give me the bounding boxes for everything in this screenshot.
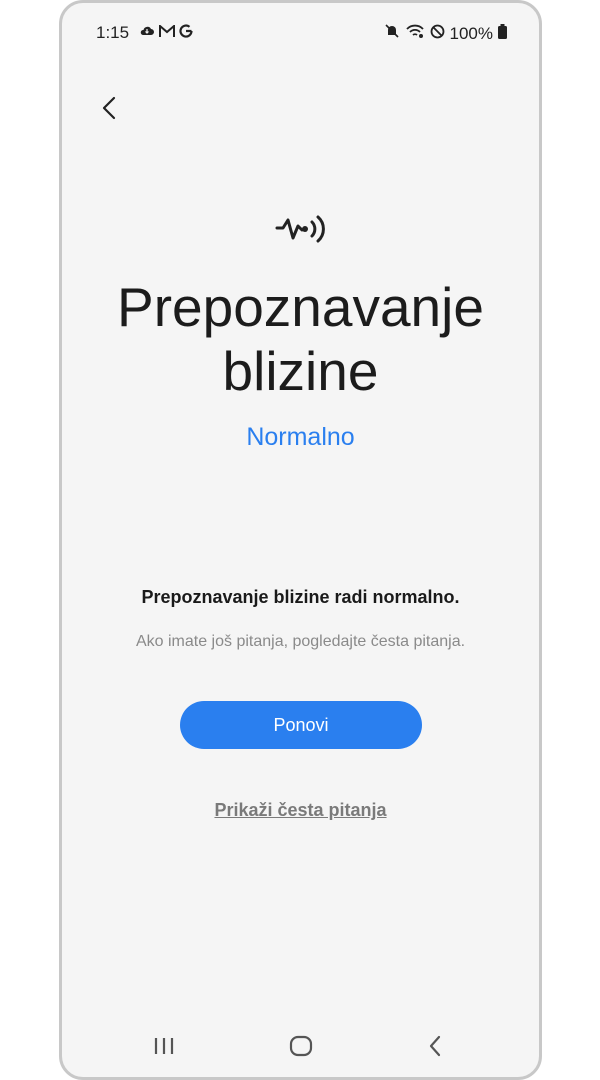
- status-message: Prepoznavanje blizine radi normalno.: [141, 587, 460, 607]
- back-arrow-icon: [102, 96, 116, 125]
- mute-icon: [384, 23, 400, 44]
- wifi-icon: [405, 23, 425, 44]
- phone-screen: 1:15 100% Prepoznavanje blizine Normalno…: [59, 0, 542, 1080]
- battery-icon: [498, 23, 507, 44]
- status-bar: 1:15 100%: [62, 3, 539, 63]
- home-button[interactable]: [281, 1033, 321, 1063]
- back-button[interactable]: [92, 93, 126, 127]
- page-title: Prepoznavanje blizine: [117, 276, 484, 402]
- nav-back-button[interactable]: [415, 1033, 455, 1063]
- status-time: 1:15: [96, 23, 130, 42]
- faq-link[interactable]: Prikaži česta pitanja: [62, 800, 539, 821]
- home-icon: [289, 1035, 313, 1062]
- recent-apps-button[interactable]: [144, 1033, 184, 1063]
- help-hint: Ako imate još pitanja, pogledajte česta …: [135, 633, 466, 650]
- navigation-bar: [62, 1017, 539, 1077]
- status-left-icons: [139, 23, 193, 43]
- google-icon: [179, 24, 193, 43]
- gmail-icon: [159, 23, 175, 43]
- cloud-icon: [139, 24, 155, 43]
- do-not-disturb-icon: [430, 24, 445, 44]
- status-right: 100%: [384, 23, 507, 44]
- proximity-sensor-icon: [275, 208, 331, 248]
- battery-percent: 100%: [449, 23, 493, 43]
- status-label: Normalno: [246, 423, 355, 451]
- nav-back-icon: [428, 1035, 442, 1062]
- retry-button[interactable]: Ponovi: [180, 701, 422, 749]
- recent-apps-icon: [153, 1036, 175, 1061]
